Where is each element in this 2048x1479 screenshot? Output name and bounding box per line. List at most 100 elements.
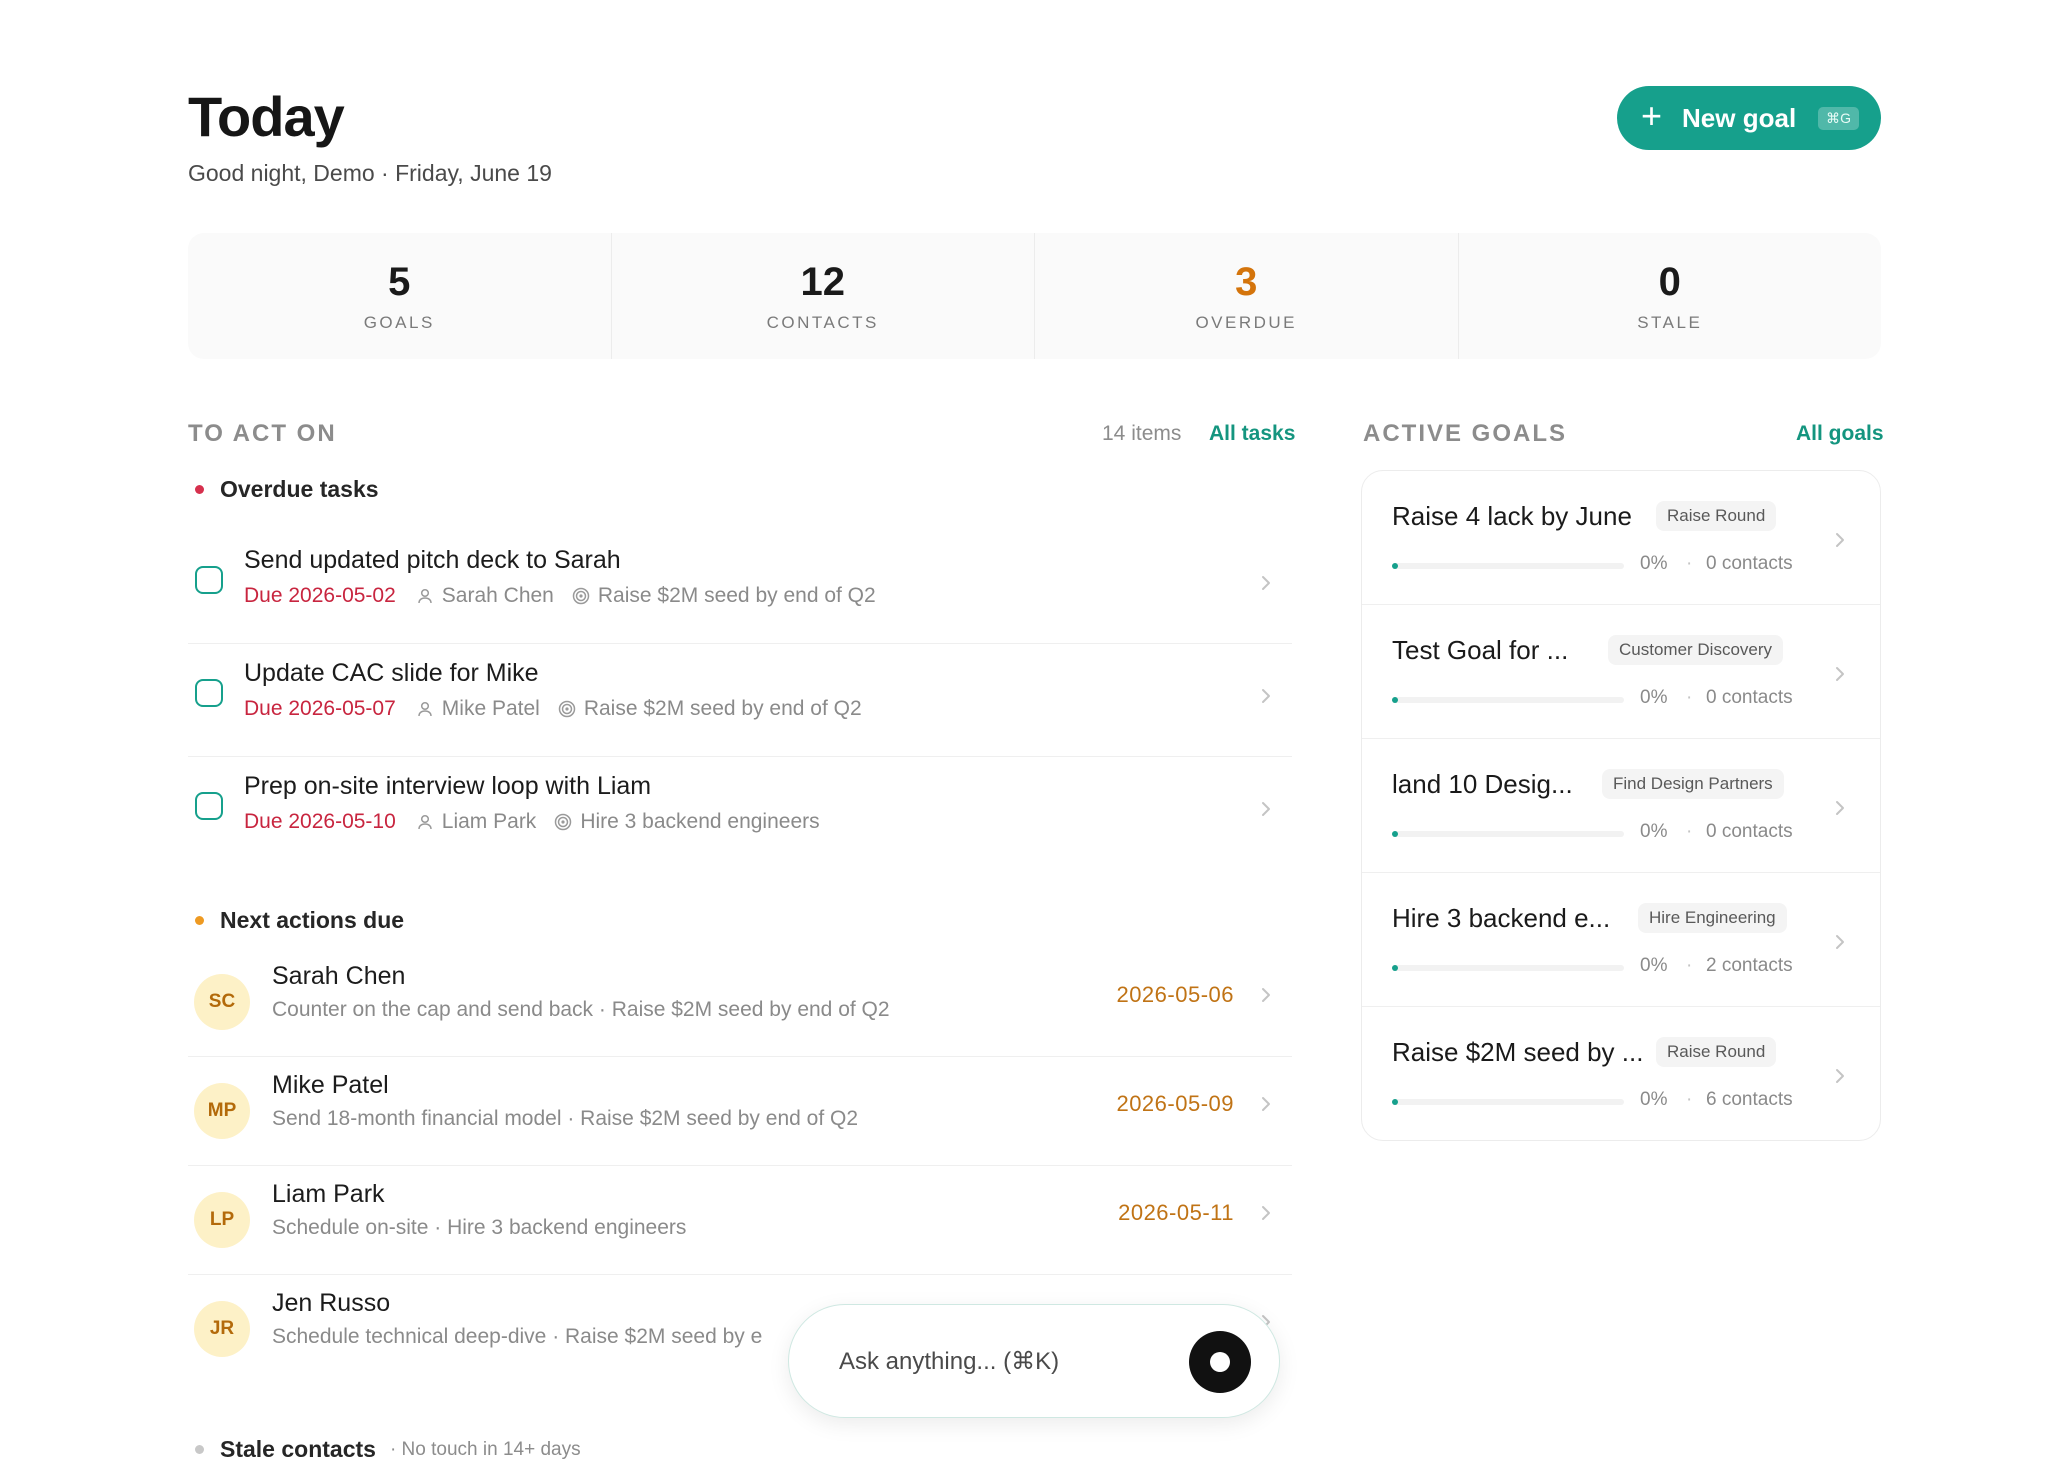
target-icon — [554, 813, 572, 831]
task-goal: Raise $2M seed by end of Q2 — [597, 584, 876, 607]
active-goals-heading: ACTIVE GOALS — [1363, 420, 1568, 447]
goal-title: Raise $2M seed by ... — [1392, 1037, 1644, 1067]
task-checkbox[interactable] — [195, 679, 223, 707]
goal-title: Raise 4 lack by June — [1392, 501, 1632, 531]
stat-label: OVERDUE — [1195, 312, 1298, 332]
next-action-row[interactable]: SC Sarah Chen Counter on the cap and sen… — [188, 948, 1292, 1057]
task-person: Liam Park — [441, 810, 537, 833]
chevron-right-icon — [1262, 576, 1270, 590]
chevron-right-icon — [1262, 1097, 1270, 1111]
orange-dot-icon — [195, 916, 204, 925]
goal-tag: Find Design Partners — [1602, 769, 1784, 799]
goal-progress-bar — [1392, 1099, 1624, 1105]
task-checkbox[interactable] — [195, 792, 223, 820]
person-icon — [416, 813, 434, 831]
stale-contacts-note: · No touch in 14+ days — [389, 1438, 581, 1460]
task-checkbox[interactable] — [195, 566, 223, 594]
chevron-right-icon — [1262, 802, 1270, 816]
task-title: Prep on-site interview loop with Liam — [244, 772, 652, 800]
contact-name: Mike Patel — [272, 1071, 389, 1099]
goal-percent: 0% — [1640, 955, 1668, 976]
voice-record-button[interactable] — [1189, 1331, 1251, 1393]
task-row[interactable]: Update CAC slide for Mike Due 2026-05-07… — [188, 645, 1292, 757]
person-icon — [416, 700, 434, 718]
stat-goals[interactable]: 5 GOALS — [188, 233, 612, 359]
page-title: Today — [188, 85, 345, 148]
avatar: MP — [194, 1083, 250, 1139]
goal-contacts: 2 contacts — [1706, 955, 1793, 976]
goal-title: Test Goal for ... — [1392, 635, 1569, 665]
gray-dot-icon — [195, 1445, 204, 1454]
goal-progress-bar — [1392, 831, 1624, 837]
avatar: SC — [194, 974, 250, 1030]
record-icon — [1210, 1352, 1230, 1372]
task-goal: Hire 3 backend engineers — [580, 810, 820, 833]
overdue-tasks-heading: Overdue tasks — [195, 476, 379, 503]
ask-input[interactable]: Ask anything... (⌘K) — [788, 1304, 1280, 1418]
task-row[interactable]: Prep on-site interview loop with Liam Du… — [188, 758, 1292, 870]
next-actions-heading: Next actions due — [195, 907, 404, 934]
stat-contacts[interactable]: 12 CONTACTS — [612, 233, 1035, 359]
goal-contacts: 0 contacts — [1706, 687, 1793, 708]
shortcut-badge: ⌘G — [1818, 106, 1860, 130]
target-icon — [558, 700, 576, 718]
chevron-right-icon — [1836, 1069, 1844, 1083]
chevron-right-icon — [1262, 988, 1270, 1002]
today-page: Today Good night, Demo · Friday, June 19… — [0, 0, 2048, 1479]
all-goals-link[interactable]: All goals — [1796, 422, 1884, 446]
task-due-date: Due 2026-05-10 — [244, 810, 396, 833]
goal-percent: 0% — [1640, 821, 1668, 842]
task-due-date: Due 2026-05-02 — [244, 584, 396, 607]
progress-fill — [1392, 831, 1398, 837]
next-action-row[interactable]: MP Mike Patel Send 18-month financial mo… — [188, 1057, 1292, 1166]
stat-value: 3 — [1235, 259, 1258, 304]
next-action-row[interactable]: LP Liam Park Schedule on-site · Hire 3 b… — [188, 1166, 1292, 1275]
stat-stale[interactable]: 0 STALE — [1459, 233, 1882, 359]
to-act-on-heading: TO ACT ON — [188, 420, 337, 447]
items-count: 14 items — [1102, 422, 1182, 445]
ask-placeholder: Ask anything... (⌘K) — [839, 1347, 1060, 1375]
plus-icon: + — [1641, 95, 1663, 136]
task-person: Mike Patel — [441, 697, 540, 720]
action-description: Send 18-month financial model · Raise $2… — [272, 1107, 859, 1130]
person-icon — [416, 587, 434, 605]
chevron-right-icon — [1836, 935, 1844, 949]
goal-contacts: 6 contacts — [1706, 1089, 1793, 1110]
stat-label: GOALS — [363, 312, 435, 332]
active-goals-card: Raise 4 lack by June Raise Round 0% · 0 … — [1361, 470, 1881, 1141]
goal-row[interactable]: Hire 3 backend e... Hire Engineering 0% … — [1362, 873, 1880, 1007]
action-date: 2026-05-09 — [1116, 1091, 1234, 1116]
overdue-tasks-title: Overdue tasks — [220, 476, 379, 502]
stats-bar: 5 GOALS 12 CONTACTS 3 OVERDUE 0 STALE — [188, 233, 1881, 359]
stat-label: STALE — [1637, 312, 1703, 332]
task-person: Sarah Chen — [441, 584, 554, 607]
goal-title: Hire 3 backend e... — [1392, 903, 1611, 933]
new-goal-button[interactable]: + New goal ⌘G — [1617, 86, 1881, 150]
stat-overdue[interactable]: 3 OVERDUE — [1035, 233, 1459, 359]
stat-value: 0 — [1658, 259, 1681, 304]
task-row[interactable]: Send updated pitch deck to Sarah Due 202… — [188, 532, 1292, 644]
task-goal: Raise $2M seed by end of Q2 — [583, 697, 862, 720]
goal-tag: Hire Engineering — [1638, 903, 1787, 933]
new-goal-label: New goal — [1682, 102, 1797, 133]
goal-row[interactable]: land 10 Desig... Find Design Partners 0%… — [1362, 739, 1880, 873]
chevron-right-icon — [1836, 667, 1844, 681]
goal-contacts: 0 contacts — [1706, 821, 1793, 842]
goal-row[interactable]: Raise $2M seed by ... Raise Round 0% · 6… — [1362, 1007, 1880, 1140]
action-description: Schedule technical deep-dive · Raise $2M… — [272, 1325, 763, 1348]
goal-title: land 10 Desig... — [1392, 769, 1573, 799]
stale-contacts-title: Stale contacts — [220, 1436, 376, 1462]
action-description: Counter on the cap and send back · Raise… — [272, 998, 890, 1021]
goal-row[interactable]: Test Goal for ... Customer Discovery 0% … — [1362, 605, 1880, 739]
action-description: Schedule on-site · Hire 3 backend engine… — [272, 1216, 687, 1239]
goal-row[interactable]: Raise 4 lack by June Raise Round 0% · 0 … — [1362, 471, 1880, 605]
target-icon — [572, 587, 590, 605]
task-due-date: Due 2026-05-07 — [244, 697, 396, 720]
stat-label: CONTACTS — [766, 312, 879, 332]
next-actions-title: Next actions due — [220, 907, 405, 933]
goal-contacts: 0 contacts — [1706, 553, 1793, 574]
progress-fill — [1392, 563, 1398, 569]
progress-fill — [1392, 697, 1398, 703]
all-tasks-link[interactable]: All tasks — [1209, 422, 1295, 446]
avatar: LP — [194, 1192, 250, 1248]
